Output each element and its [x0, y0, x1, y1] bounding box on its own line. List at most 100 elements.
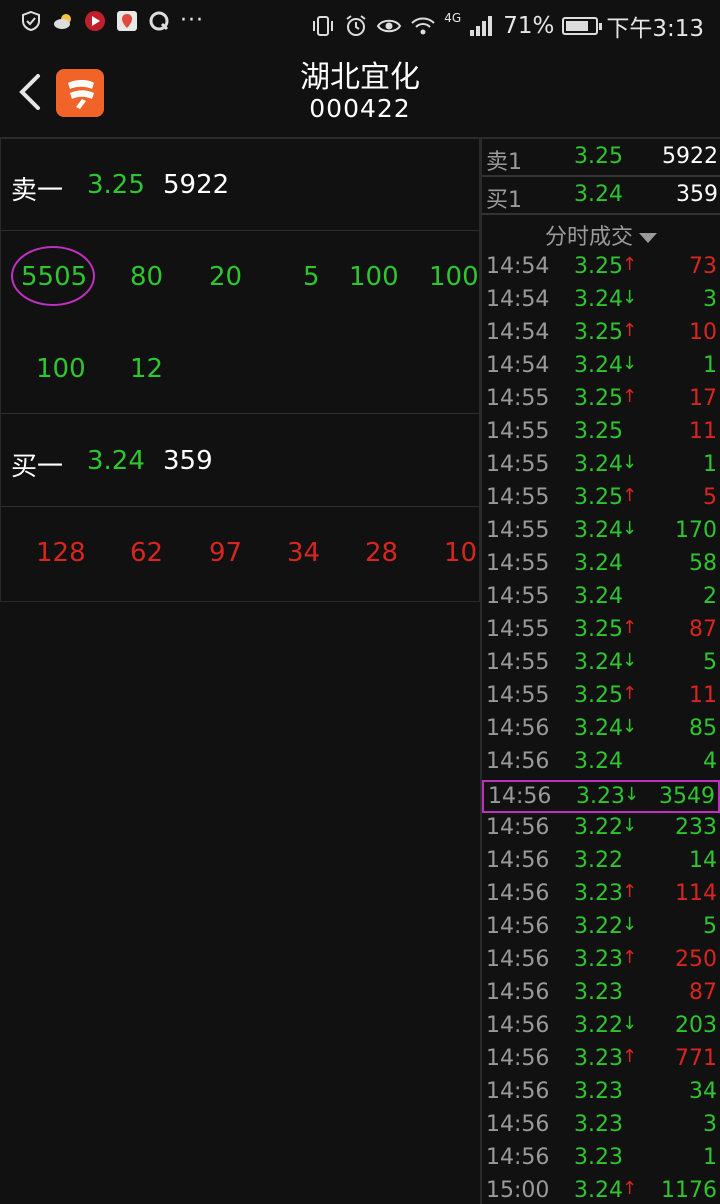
row-divider — [1, 230, 481, 231]
arrow-up-icon: ↑ — [622, 386, 638, 407]
trade-time: 14:55 — [486, 518, 550, 543]
trade-volume: 11 — [689, 419, 717, 444]
trade-time: 14:54 — [486, 320, 550, 345]
trade-row: 14:56 3.23 ↑ 250 — [482, 945, 720, 978]
sell1-price: 3.25 — [87, 170, 145, 200]
row-divider — [1, 506, 481, 507]
trade-volume: 3 — [703, 1112, 717, 1137]
trade-price: 3.23 — [574, 1079, 623, 1104]
eye-comfort-icon — [377, 19, 402, 33]
arrow-down-icon: ↓ — [624, 784, 640, 805]
trade-volume: 4 — [703, 749, 717, 774]
trade-volume: 17 — [689, 386, 717, 411]
trade-time: 14:54 — [486, 254, 550, 279]
sell-queue-item: 100 — [349, 262, 399, 292]
trade-time: 14:55 — [486, 650, 550, 675]
tick-trades-dropdown[interactable]: 分时成交 — [482, 219, 720, 251]
trade-time: 14:55 — [486, 452, 550, 477]
trade-row: 14:56 3.23 ↑ 114 — [482, 879, 720, 912]
trade-price: 3.24 — [574, 353, 623, 378]
trade-time: 14:56 — [486, 815, 550, 840]
trade-time: 14:56 — [486, 914, 550, 939]
arrow-up-icon: ↑ — [622, 617, 638, 638]
trade-time: 14:55 — [486, 617, 550, 642]
sell-queue-item: 80 — [130, 262, 164, 292]
trade-row: 14:55 3.25 ↑ 87 — [482, 615, 720, 648]
arrow-down-icon: ↓ — [622, 716, 638, 737]
trade-volume: 250 — [675, 947, 717, 972]
arrow-down-icon: ↓ — [622, 353, 638, 374]
trade-price: 3.22 — [574, 848, 623, 873]
trade-row: 14:56 3.23 34 — [482, 1077, 720, 1110]
trade-volume: 11 — [689, 683, 717, 708]
trade-time: 15:00 — [486, 1178, 550, 1203]
trade-volume: 5 — [703, 650, 717, 675]
arrow-up-icon: ↑ — [622, 1178, 638, 1199]
trade-time: 14:55 — [486, 419, 550, 444]
trade-volume: 5 — [703, 914, 717, 939]
trade-time: 14:56 — [486, 881, 550, 906]
trade-price: 3.22 — [574, 1013, 623, 1038]
trade-row: 14:54 3.25 ↑ 10 — [482, 318, 720, 351]
trade-row: 15:00 3.24 ↑ 1176 — [482, 1176, 720, 1204]
sell-queue-item: 20 — [209, 262, 243, 292]
buy-queue-item: 10 — [444, 538, 478, 568]
trade-row: 14:56 3.24 ↓ 85 — [482, 714, 720, 747]
book-buy1-row: 买1 3.24 359 — [482, 177, 720, 215]
buy1-label: 买一 — [11, 452, 64, 482]
q-app-icon — [149, 11, 169, 31]
tick-trades-title: 分时成交 — [544, 225, 633, 250]
sell1-label: 卖一 — [11, 176, 64, 206]
arrow-up-icon: ↑ — [622, 947, 638, 968]
trade-volume: 771 — [675, 1046, 717, 1071]
trade-time: 14:55 — [486, 485, 550, 510]
stock-name: 湖北宜化 — [300, 60, 420, 95]
trade-row: 14:56 3.23 3 — [482, 1110, 720, 1143]
trade-price: 3.23 — [574, 1046, 623, 1071]
trade-volume: 1176 — [661, 1178, 717, 1203]
trade-row: 14:56 3.23 ↑ 771 — [482, 1044, 720, 1077]
trade-time: 14:56 — [486, 848, 550, 873]
arrow-down-icon: ↓ — [622, 518, 638, 539]
sell-queue-item: 100 — [36, 354, 86, 384]
trade-time: 14:56 — [486, 1013, 550, 1038]
caret-down-icon — [639, 233, 657, 243]
trade-time: 14:54 — [486, 287, 550, 312]
trade-row: 14:55 3.25 11 — [482, 417, 720, 450]
trade-price: 3.25 — [574, 419, 623, 444]
trade-row: 14:56 3.22 ↓ 203 — [482, 1011, 720, 1044]
trades-panel: 卖1 3.25 5922 买1 3.24 359 分时成交 14:54 3.25 ↑… — [480, 139, 720, 1204]
buy-queue-item: 97 — [209, 538, 243, 568]
more-notifications: ··· — [180, 8, 204, 33]
trade-price: 3.23 — [574, 1112, 623, 1137]
trade-volume: 87 — [689, 980, 717, 1005]
arrow-down-icon: ↓ — [622, 815, 638, 836]
trade-price: 3.25 — [574, 254, 623, 279]
notification-icons: ··· — [20, 10, 204, 32]
trade-volume: 3549 — [659, 784, 715, 809]
trade-volume: 233 — [675, 815, 717, 840]
trade-price: 3.25 — [574, 485, 623, 510]
order-queue-panel: 卖一 3.25 5922 5505 80 20 5 100 100 100 12… — [0, 139, 481, 602]
vibrate-icon — [313, 16, 334, 36]
book-sell1-row: 卖1 3.25 5922 — [482, 139, 720, 177]
trade-price: 3.24 — [574, 518, 623, 543]
arrow-down-icon: ↓ — [622, 1013, 638, 1034]
trade-volume: 87 — [689, 617, 717, 642]
sell-queue-item: 5 — [303, 262, 320, 292]
arrow-down-icon: ↓ — [622, 452, 638, 473]
shield-icon — [22, 10, 40, 32]
trade-time: 14:55 — [486, 386, 550, 411]
buy1-volume: 359 — [163, 446, 213, 476]
network-type: 4G — [444, 11, 462, 25]
trade-row: 14:55 3.25 ↑ 17 — [482, 384, 720, 417]
status-bar: ··· 4G 71% 下午3:13 — [0, 0, 720, 48]
buy-queue-item: 28 — [365, 538, 399, 568]
map-app-icon — [117, 11, 137, 31]
trade-row: 14:55 3.24 ↓ 1 — [482, 450, 720, 483]
trade-row: 14:56 3.23 1 — [482, 1143, 720, 1176]
sell1-volume: 5922 — [163, 170, 230, 200]
trade-price: 3.24 — [574, 551, 623, 576]
trade-price: 3.24 — [574, 716, 623, 741]
arrow-up-icon: ↑ — [622, 881, 638, 902]
